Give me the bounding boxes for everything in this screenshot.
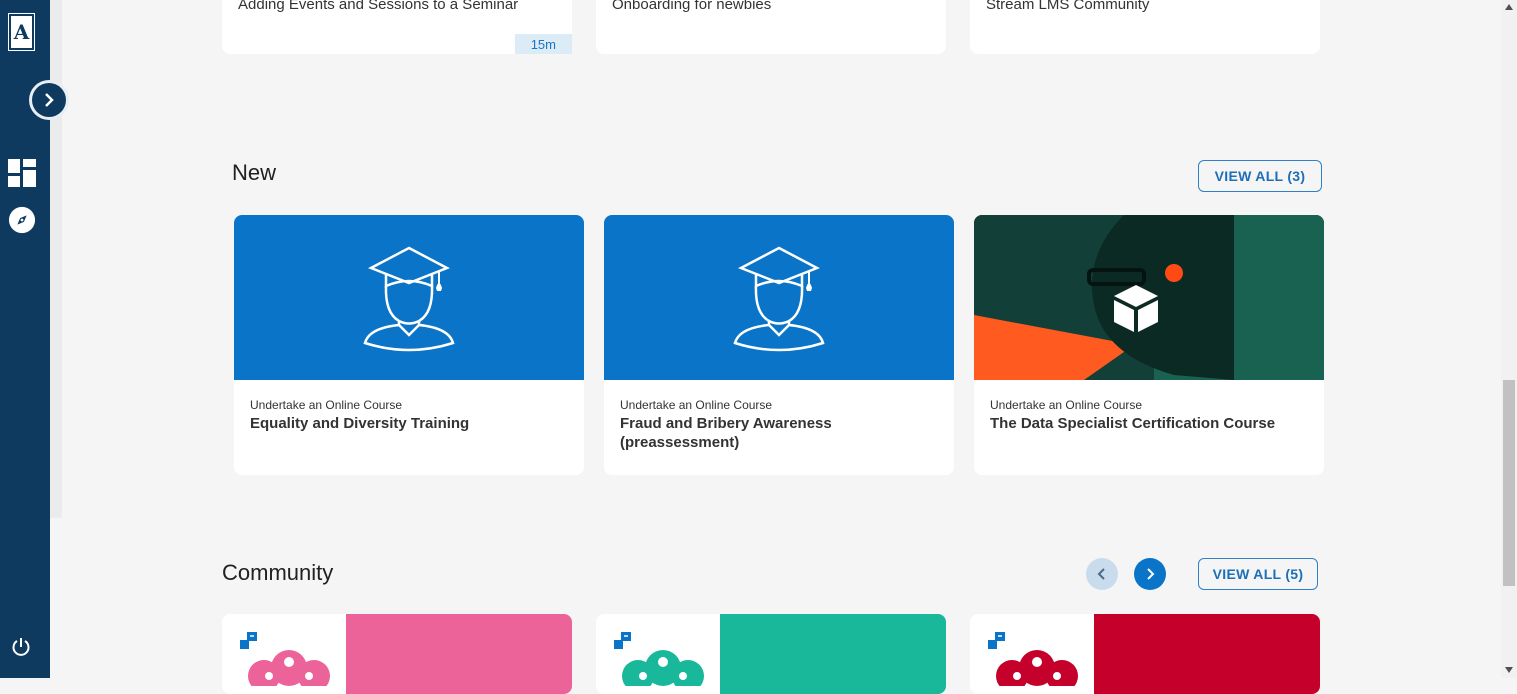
sidebar-toggle-button[interactable] bbox=[29, 80, 69, 120]
scroll-down-arrow-icon bbox=[1505, 667, 1513, 673]
chevron-right-icon bbox=[32, 83, 66, 117]
course-title: The Data Specialist Certification Course bbox=[990, 415, 1276, 432]
carousel-prev-button[interactable] bbox=[1086, 558, 1118, 590]
community-logo-icon bbox=[622, 650, 704, 686]
graduate-icon bbox=[363, 246, 455, 351]
course-image bbox=[974, 215, 1324, 380]
community-banner bbox=[346, 614, 572, 694]
dashboard-icon[interactable] bbox=[8, 159, 36, 187]
course-card[interactable]: Undertake an Online Course The Data Spec… bbox=[974, 215, 1324, 475]
course-image bbox=[604, 215, 954, 380]
compass-icon[interactable] bbox=[8, 206, 36, 234]
community-card[interactable] bbox=[596, 614, 946, 694]
view-all-new-button[interactable]: VIEW ALL (3) bbox=[1198, 160, 1322, 192]
course-card[interactable]: Undertake an Online Course Fraud and Bri… bbox=[604, 215, 954, 475]
community-banner bbox=[1094, 614, 1320, 694]
app-logo[interactable]: A bbox=[8, 13, 35, 51]
course-card[interactable]: Onboarding for newbies bbox=[596, 0, 946, 54]
community-card[interactable] bbox=[222, 614, 572, 694]
card-title: Adding Events and Sessions to a Seminar bbox=[238, 0, 519, 13]
course-type: Undertake an Online Course bbox=[620, 398, 773, 412]
view-all-community-button[interactable]: VIEW ALL (5) bbox=[1198, 558, 1318, 590]
course-title: Equality and Diversity Training bbox=[250, 415, 470, 432]
course-card[interactable]: Stream LMS Community bbox=[970, 0, 1320, 54]
card-title: Stream LMS Community bbox=[986, 0, 1150, 13]
chevron-left-icon bbox=[1097, 568, 1105, 580]
scroll-up-arrow-icon bbox=[1505, 4, 1513, 10]
course-card[interactable]: Adding Events and Sessions to a Seminar … bbox=[222, 0, 572, 54]
course-image bbox=[234, 215, 584, 380]
community-banner bbox=[720, 614, 946, 694]
course-card[interactable]: Undertake an Online Course Equality and … bbox=[234, 215, 584, 475]
course-title: Fraud and Bribery Awareness (preassessme… bbox=[620, 415, 832, 451]
chevron-right-icon bbox=[1147, 568, 1155, 580]
card-title: Onboarding for newbies bbox=[612, 0, 772, 13]
carousel-next-button[interactable] bbox=[1134, 558, 1166, 590]
logo-letter: A bbox=[13, 20, 30, 44]
community-logo-icon bbox=[248, 650, 330, 686]
graduate-icon bbox=[733, 246, 825, 351]
course-type: Undertake an Online Course bbox=[990, 398, 1143, 412]
duration-badge: 15m bbox=[514, 34, 572, 54]
course-type: Undertake an Online Course bbox=[250, 398, 403, 412]
section-title-community: Community bbox=[222, 560, 334, 585]
section-title-new: New bbox=[232, 160, 277, 185]
scrollbar-thumb[interactable] bbox=[1503, 380, 1515, 586]
community-logo-icon bbox=[996, 650, 1078, 686]
community-card[interactable] bbox=[970, 614, 1320, 694]
sidebar-edge bbox=[50, 0, 62, 518]
power-icon[interactable] bbox=[10, 636, 32, 658]
